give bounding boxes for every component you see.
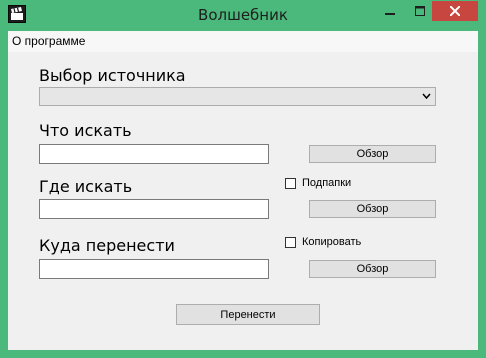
destination-input[interactable]: [39, 259, 269, 279]
location-input[interactable]: [39, 199, 269, 219]
source-label: Выбор источника: [39, 66, 186, 85]
maximize-button[interactable]: [407, 1, 433, 21]
search-browse-button[interactable]: Обзор: [309, 145, 436, 163]
menu-bar: О программе: [8, 31, 478, 52]
search-label: Что искать: [39, 121, 132, 140]
destination-label: Куда перенести: [39, 236, 175, 255]
menu-item-about[interactable]: О программе: [12, 34, 85, 48]
close-button[interactable]: [432, 1, 478, 21]
location-browse-button[interactable]: Обзор: [309, 200, 436, 218]
minimize-icon: [385, 13, 395, 15]
app-window: Волшебник О программе Выбор источника Чт…: [0, 0, 486, 358]
minimize-button[interactable]: [377, 1, 403, 21]
maximize-icon: [415, 6, 425, 16]
client-area: О программе Выбор источника Что искать О…: [8, 31, 478, 350]
close-icon: [450, 6, 460, 16]
subfolders-label: Подпапки: [302, 177, 352, 189]
move-button[interactable]: Перенести: [176, 304, 320, 325]
source-select[interactable]: [39, 87, 436, 106]
title-bar[interactable]: Волшебник: [0, 0, 486, 32]
subfolders-checkbox[interactable]: Подпапки: [285, 177, 351, 189]
copy-checkbox[interactable]: Копировать: [285, 236, 361, 248]
chevron-down-icon: [422, 93, 431, 100]
subfolders-checkbox-box[interactable]: [285, 177, 296, 189]
copy-label: Копировать: [302, 236, 362, 248]
destination-browse-button[interactable]: Обзор: [309, 260, 436, 278]
search-input[interactable]: [39, 144, 269, 164]
location-label: Где искать: [39, 177, 133, 196]
copy-checkbox-box[interactable]: [285, 236, 296, 248]
